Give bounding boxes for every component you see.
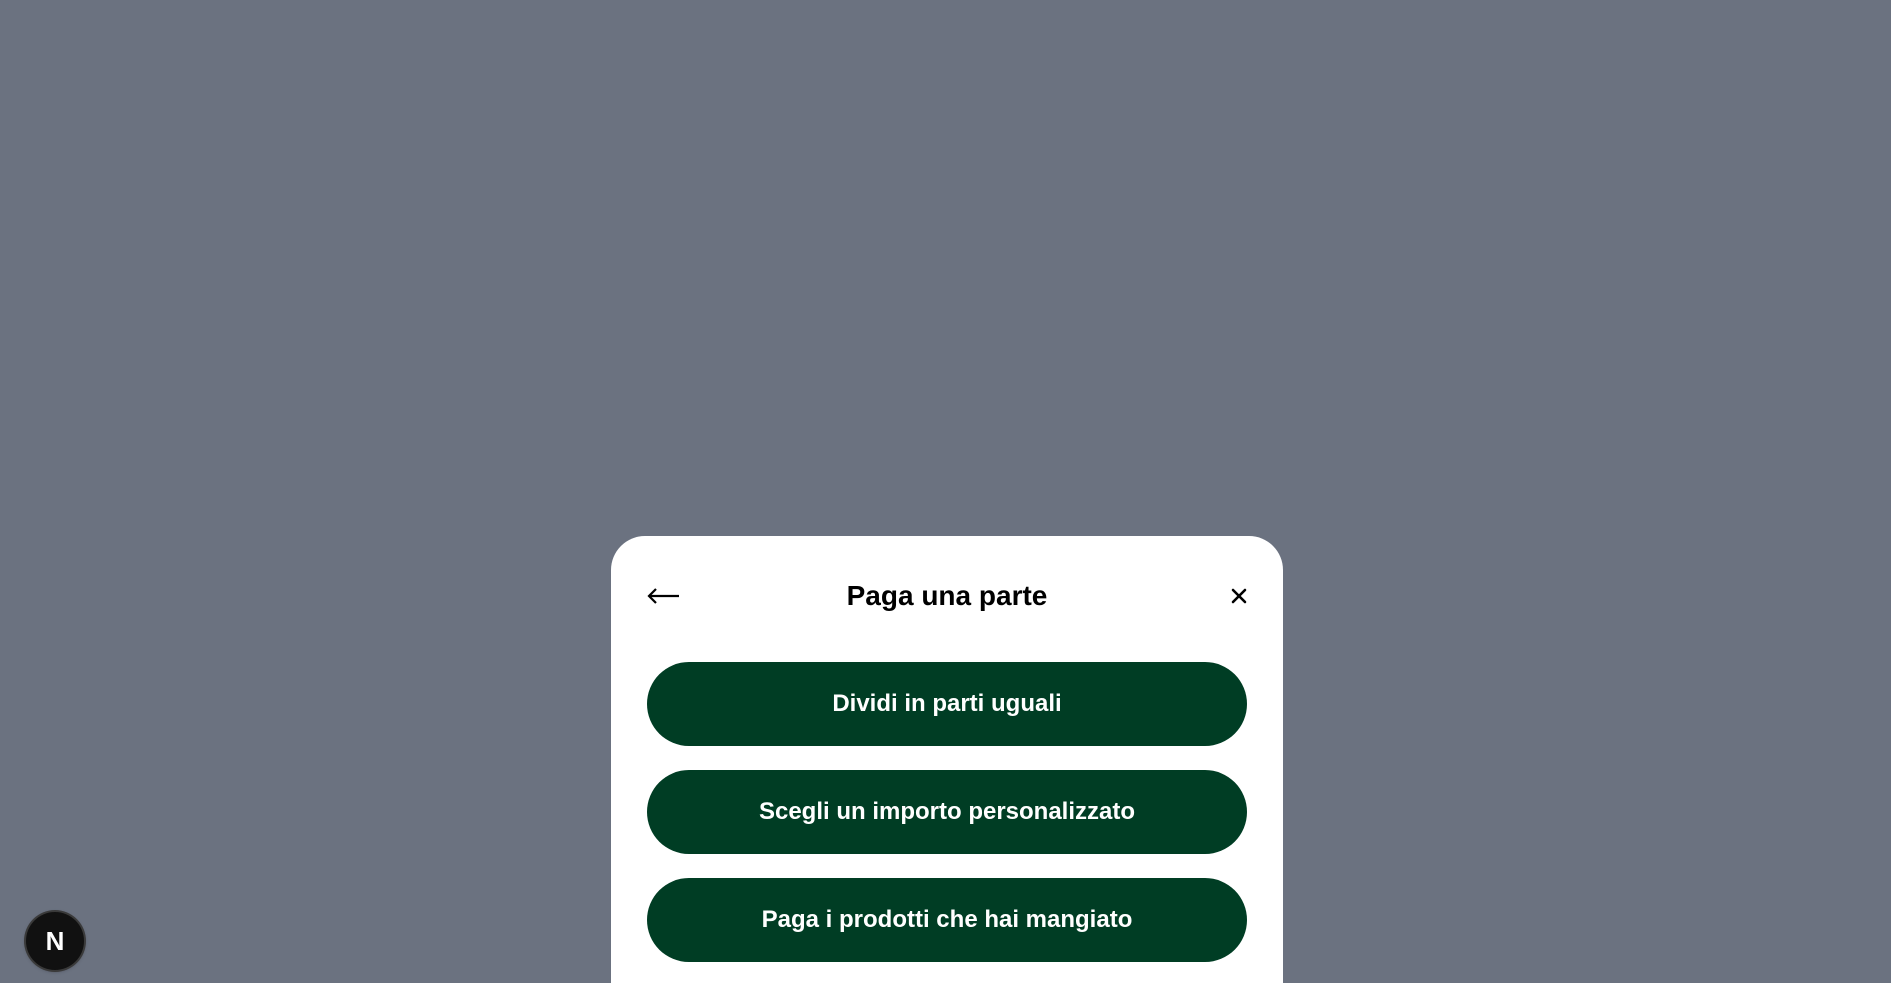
close-icon [1231,588,1247,604]
split-equal-button[interactable]: Dividi in parti uguali [647,662,1247,746]
sheet-title: Paga una parte [846,580,1048,611]
payment-split-sheet: Paga una parte Dividi in parti uguali Sc… [611,536,1283,996]
arrow-left-icon [647,588,679,604]
option-label: Scegli un importo personalizzato [758,798,1136,825]
back-button[interactable] [643,578,685,614]
nextjs-logo-icon: N [45,926,65,956]
close-button[interactable] [1223,580,1255,612]
nextjs-dev-badge[interactable]: N [26,912,84,970]
option-label: Paga i prodotti che hai mangiato [761,906,1133,933]
option-label: Dividi in parti uguali [832,690,1062,717]
custom-amount-button[interactable]: Scegli un importo personalizzato [647,770,1247,854]
sheet-header: Paga una parte [611,536,1283,648]
split-options-list: Dividi in parti uguali Scegli un importo… [647,662,1247,986]
pay-items-button[interactable]: Paga i prodotti che hai mangiato [647,878,1247,962]
